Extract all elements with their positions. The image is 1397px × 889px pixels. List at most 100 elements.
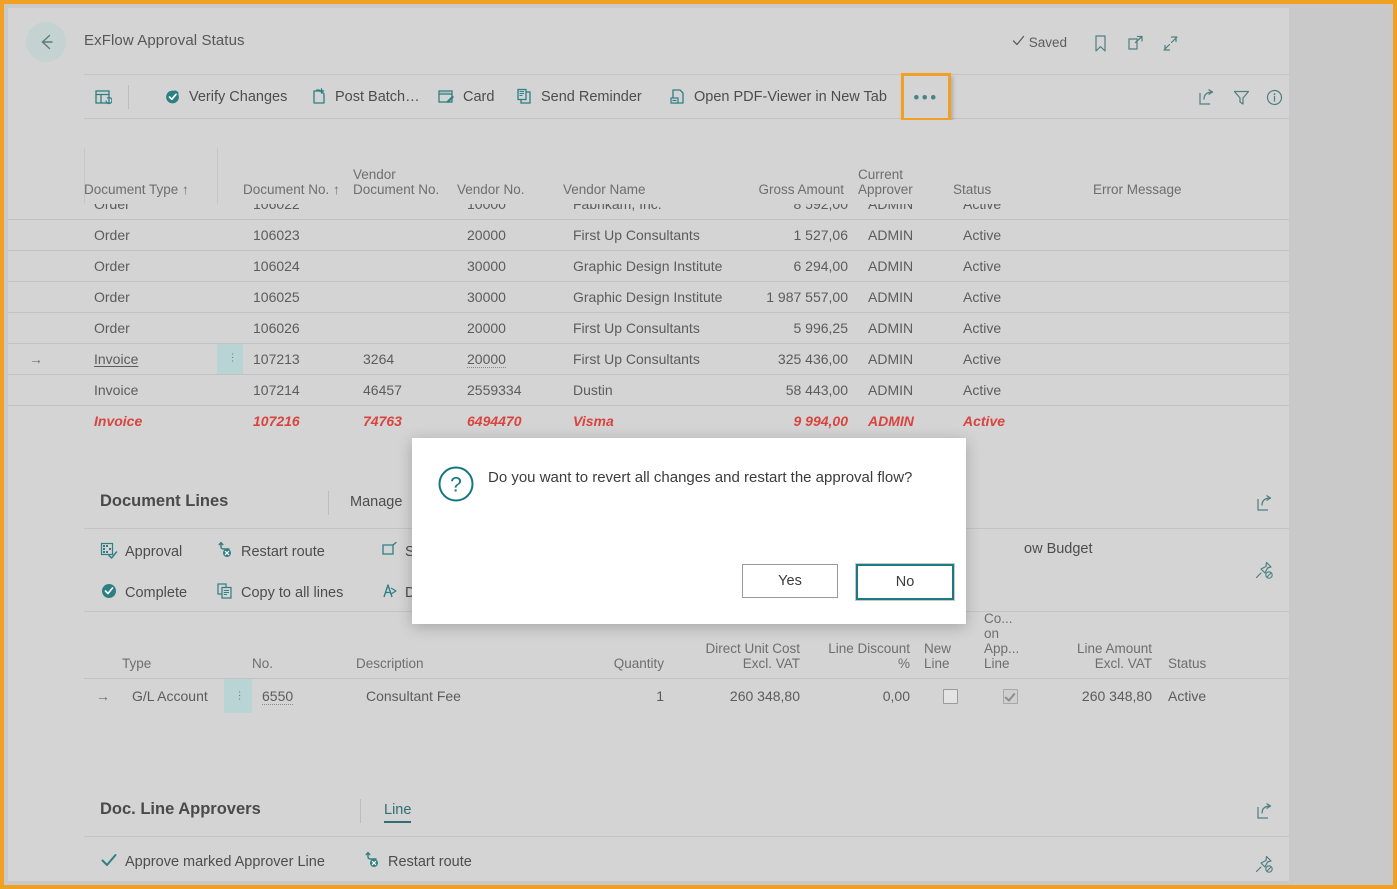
col-vendor-document-no-label[interactable]: Vendor Document No.	[353, 148, 457, 204]
row-menu-dots-icon[interactable]: ⋮	[224, 678, 252, 713]
cell-document-type: Order	[84, 280, 217, 312]
top-bar: ExFlow Approval Status Saved	[8, 8, 1289, 74]
cell-error-message	[1093, 404, 1289, 436]
cell-status: Active	[953, 404, 1093, 436]
restart-route-label: Restart route	[241, 544, 325, 560]
approval-status-grid[interactable]: Document Type ↑ Document No. ↑ Vendor Do…	[8, 120, 1289, 445]
restart-route-button[interactable]: Restart route	[216, 541, 325, 563]
cell-current-approver: ADMIN	[858, 280, 953, 312]
open-pdf-viewer-button[interactable]: Open PDF-Viewer in New Tab	[668, 75, 887, 118]
row-menu-cell	[217, 249, 243, 281]
col-error-message-label[interactable]: Error Message	[1093, 148, 1289, 204]
dimensions-button[interactable]: D	[380, 582, 415, 604]
cell-gross-amount: 58 443,00	[748, 373, 858, 405]
row-spacer-cell	[64, 342, 84, 374]
col-document-no-label[interactable]: Document No. ↑	[243, 148, 353, 204]
line-item-row[interactable]: → G/L Account ⋮ 6550 Consultant Fee 1 260 348,…	[84, 678, 1289, 713]
info-icon[interactable]	[1261, 84, 1287, 110]
col-line-amount[interactable]: Line Amount Excl. VAT	[1040, 611, 1162, 679]
open-in-new-window-icon[interactable]	[1122, 30, 1148, 56]
cell-vendor-no: 6494470	[457, 404, 563, 436]
cell-error-message	[1093, 373, 1289, 405]
table-row[interactable]: Invoice 107214 46457 2559334 Dustin 58 443,00…	[8, 373, 1289, 405]
unpin-icon[interactable]	[1251, 851, 1277, 877]
document-lines-table: Type No. Description Quantity Direct Uni…	[84, 611, 1289, 713]
confirm-dialog-message: Do you want to revert all changes and re…	[488, 469, 913, 486]
cell-vendor-document-no: 46457	[353, 373, 457, 405]
cell-error-message	[1093, 249, 1289, 281]
cell-vendor-no: 20000	[457, 218, 563, 250]
cell-current-approver: ADMIN	[858, 249, 953, 281]
copy-to-all-lines-button[interactable]: Copy to all lines	[216, 582, 343, 604]
doc-line-approvers-header: Doc. Line Approvers Line	[84, 786, 1289, 837]
cell-status: Active	[953, 218, 1093, 250]
filter-icon[interactable]	[1228, 84, 1254, 110]
no-button[interactable]: No	[855, 563, 955, 601]
table-row[interactable]: Order 106023 20000 First Up Consultants 1 52…	[8, 218, 1289, 250]
col-gross-amount-label[interactable]: Gross Amount	[748, 148, 858, 204]
tab-line[interactable]: Line	[384, 802, 412, 823]
col-comment-on-approval-line[interactable]: Co... on App... Line	[980, 611, 1040, 679]
collapse-icon[interactable]	[1157, 30, 1183, 56]
approval-label: Approval	[125, 544, 183, 560]
question-mark-icon: ?	[436, 464, 476, 504]
yes-button[interactable]: Yes	[742, 564, 838, 598]
tab-manage[interactable]: Manage	[350, 494, 402, 510]
cell-vendor-no: 2559334	[457, 373, 563, 405]
edit-in-grid-button[interactable]	[94, 75, 112, 118]
cell-vendor-name: First Up Consultants	[563, 311, 748, 343]
col-document-type-label[interactable]: Document Type ↑	[84, 148, 217, 204]
table-row[interactable]: Order 106024 30000 Graphic Design Institute…	[8, 249, 1289, 281]
copy-icon	[216, 582, 234, 604]
cell-vendor-name: First Up Consultants	[563, 218, 748, 250]
col-vendor-name-label[interactable]: Vendor Name	[563, 148, 748, 204]
row-indicator-cell	[8, 311, 64, 343]
more-options-button[interactable]: •••	[901, 73, 951, 121]
col-vendor-no-label[interactable]: Vendor No.	[457, 148, 563, 204]
cell-direct-unit-cost: 260 348,80	[674, 678, 810, 713]
document-lines-table-wrap: Type No. Description Quantity Direct Uni…	[84, 611, 1289, 713]
cell-gross-amount: 9 994,00	[748, 404, 858, 436]
back-button[interactable]	[26, 22, 66, 62]
cell-error-message	[1093, 280, 1289, 312]
saved-status: Saved	[1011, 33, 1067, 51]
approval-button[interactable]: Approval	[100, 541, 182, 563]
col-type[interactable]: Type	[122, 611, 224, 679]
row-menu-cell	[217, 280, 243, 312]
new-line-checkbox[interactable]	[920, 678, 980, 713]
post-batch-label: Post Batch…	[335, 88, 420, 105]
col-no[interactable]: No.	[252, 611, 356, 679]
row-indicator-cell	[8, 249, 64, 281]
share-icon[interactable]	[1251, 798, 1277, 824]
complete-button[interactable]: Complete	[100, 582, 187, 604]
bookmark-icon[interactable]	[1087, 30, 1113, 56]
restart-route-label: Restart route	[388, 854, 472, 870]
cell-current-approver: ADMIN	[858, 342, 953, 374]
col-current-approver-label[interactable]: Current Approver	[858, 148, 953, 204]
show-budget-label-tail[interactable]: ow Budget	[1024, 541, 1093, 557]
row-spacer-cell	[64, 311, 84, 343]
cell-document-no: 106024	[243, 249, 353, 281]
verify-changes-button[interactable]: Verify Changes	[163, 75, 287, 118]
row-menu-dots-icon[interactable]: ⋮	[217, 342, 243, 374]
share-icon[interactable]	[1251, 490, 1277, 516]
col-status-label[interactable]: Status	[953, 148, 1093, 204]
show-icon	[380, 541, 398, 563]
table-row[interactable]: Invoice 107216 74763 6494470 Visma 9 994,00 AD…	[8, 404, 1289, 436]
send-reminder-button[interactable]: Send Reminder	[515, 75, 642, 118]
cell-type: G/L Account	[122, 678, 224, 713]
comment-on-approval-line-checkbox[interactable]	[980, 678, 1040, 713]
col-line-status[interactable]: Status	[1162, 611, 1252, 679]
restart-route-button[interactable]: Restart route	[363, 851, 472, 873]
approve-marked-approver-line-button[interactable]: Approve marked Approver Line	[100, 851, 325, 873]
table-row[interactable]: Order 106026 20000 First Up Consultants 5 99…	[8, 311, 1289, 343]
share-icon[interactable]	[1193, 84, 1219, 110]
table-row[interactable]: Order 106025 30000 Graphic Design Institute…	[8, 280, 1289, 312]
table-row[interactable]: → Invoice ⋮ 107213 3264 20000 First Up Consult…	[8, 342, 1289, 374]
copy-to-all-lines-label: Copy to all lines	[241, 585, 344, 601]
card-button[interactable]: Card	[437, 75, 494, 118]
page-title: ExFlow Approval Status	[84, 32, 245, 49]
post-batch-button[interactable]: Post Batch…	[309, 75, 420, 118]
card-divider	[328, 491, 329, 515]
unpin-icon[interactable]	[1251, 557, 1277, 583]
